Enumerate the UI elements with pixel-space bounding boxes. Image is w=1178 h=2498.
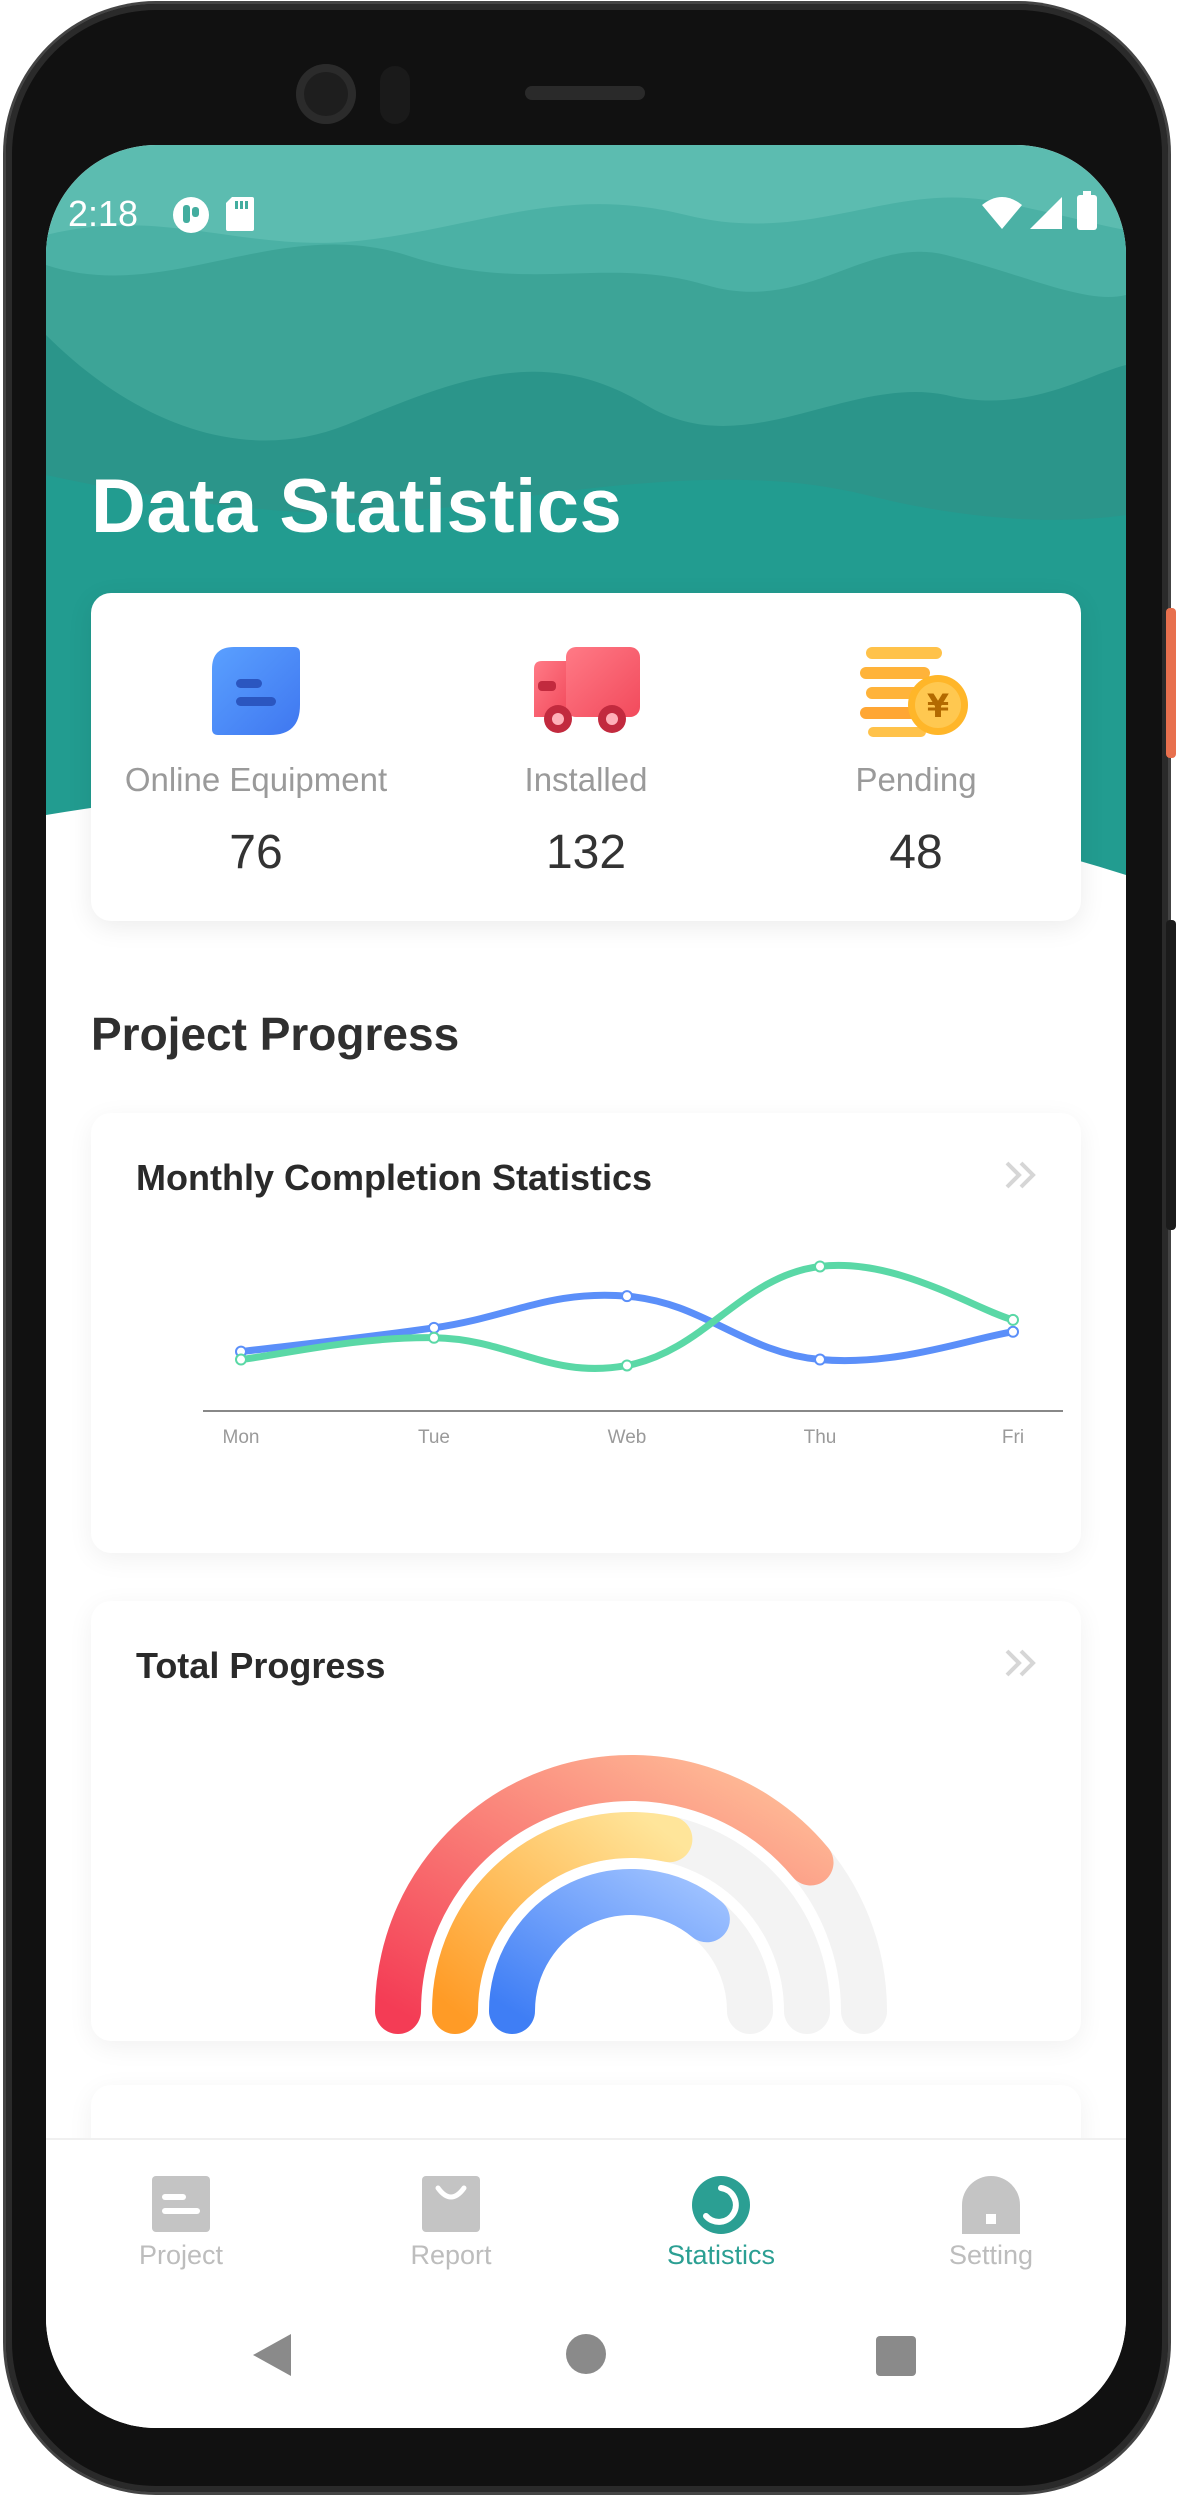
data-point — [814, 1353, 826, 1366]
status-bar: 2:18 — [46, 145, 1126, 265]
line-chart: Mon Tue Web Thu Fri — [203, 1260, 1063, 1448]
data-point — [235, 1353, 247, 1366]
back-icon[interactable] — [251, 2332, 293, 2383]
coins-icon: ¥ — [860, 647, 972, 744]
stat-installed[interactable]: Installed 132 — [421, 593, 751, 921]
earpiece-speaker — [525, 86, 645, 100]
total-progress-card[interactable]: Total Progress — [91, 1601, 1081, 2041]
statistics-icon — [692, 2176, 750, 2239]
stat-pending[interactable]: ¥ Pending 48 — [751, 593, 1081, 921]
sd-card-icon — [224, 195, 256, 238]
data-point — [621, 1290, 633, 1303]
stat-label: Pending — [855, 761, 977, 798]
card-title: Total Progress — [136, 1645, 386, 1686]
x-tick-label: Mon — [223, 1427, 260, 1448]
svg-text:¥: ¥ — [927, 687, 949, 725]
stat-label: Installed — [524, 761, 648, 798]
x-tick-label: Web — [608, 1427, 647, 1448]
double-chevron-right-icon[interactable] — [1001, 1155, 1041, 1200]
stat-online-equipment[interactable]: Online Equipment 76 — [91, 593, 421, 921]
phone-frame: 2:18 Data Statistics Online Equipment 76… — [0, 0, 1178, 2498]
stat-value: 76 — [229, 826, 283, 879]
radial-progress-chart — [375, 1755, 887, 2034]
app-notification-icon — [171, 195, 211, 240]
tab-label: Report — [410, 2240, 492, 2270]
data-point — [428, 1331, 440, 1344]
data-point — [428, 1321, 440, 1334]
tab-label: Project — [138, 2240, 224, 2270]
system-navigation-bar — [46, 2288, 1126, 2428]
setting-icon — [962, 2176, 1020, 2239]
double-chevron-right-icon[interactable] — [1001, 1643, 1041, 1688]
summary-card: Online Equipment 76 Installed 132 ¥ Pend… — [91, 593, 1081, 921]
proximity-sensor — [380, 66, 410, 124]
tab-label: Setting — [948, 2240, 1034, 2270]
stat-value: 48 — [889, 826, 943, 879]
page-title: Data Statistics — [91, 464, 623, 549]
recents-icon[interactable] — [876, 2336, 916, 2381]
wifi-icon — [981, 195, 1023, 236]
signal-icon — [1028, 195, 1064, 236]
power-button — [1166, 608, 1176, 758]
tab-project[interactable]: Project — [46, 2140, 316, 2290]
front-camera — [296, 64, 356, 124]
document-icon — [152, 2176, 210, 2237]
x-tick-label: Fri — [1002, 1427, 1024, 1448]
home-icon[interactable] — [566, 2334, 606, 2379]
tab-report[interactable]: Report — [316, 2140, 586, 2290]
report-icon — [422, 2176, 480, 2237]
progress-arc-3 — [489, 1869, 730, 2034]
tab-label: Statistics — [666, 2240, 776, 2270]
battery-icon — [1076, 191, 1098, 236]
status-time: 2:18 — [68, 193, 139, 234]
stat-value: 132 — [545, 826, 627, 879]
bottom-tab-bar: Project Report Statistics Setting — [46, 2138, 1126, 2290]
app-screen: 2:18 Data Statistics Online Equipment 76… — [46, 145, 1126, 2428]
data-point — [814, 1260, 826, 1273]
data-point — [1007, 1313, 1019, 1326]
series-line-1 — [237, 1291, 1017, 1365]
tab-setting[interactable]: Setting — [856, 2140, 1126, 2290]
chat-bubble-icon — [210, 645, 302, 742]
x-tick-label: Thu — [804, 1427, 837, 1448]
volume-button — [1166, 920, 1176, 1230]
stat-label: Online Equipment — [124, 761, 388, 798]
truck-icon — [530, 647, 642, 742]
data-point — [1007, 1325, 1019, 1338]
monthly-completion-card[interactable]: Monthly Completion Statistics Mon Tue Web T… — [91, 1113, 1081, 1553]
data-point — [621, 1359, 633, 1372]
section-title: Project Progress — [91, 1008, 460, 1060]
card-title: Monthly Completion Statistics — [136, 1157, 653, 1198]
x-tick-label: Tue — [418, 1427, 450, 1448]
tab-statistics[interactable]: Statistics — [586, 2140, 856, 2290]
